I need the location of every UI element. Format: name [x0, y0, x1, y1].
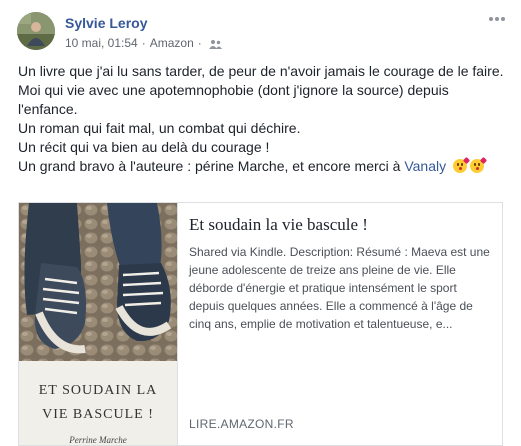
post-paragraph: Un livre que j'ai lu sans tarder, de peu… [18, 63, 504, 79]
cover-title: ET SOUDAIN LA VIE BASCULE ! [19, 379, 177, 427]
friends-icon[interactable] [208, 38, 222, 49]
author-name[interactable]: Sylvie Leroy [65, 15, 148, 31]
link-title[interactable]: Et soudain la vie bascule ! [189, 215, 495, 235]
link-preview-card[interactable]: ET SOUDAIN LA VIE BASCULE ! Perrine Marc… [18, 202, 503, 446]
link-details[interactable]: Et soudain la vie bascule ! Shared via K… [189, 203, 495, 445]
post-paragraph: Un récit qui va bien au delà du courage … [18, 139, 270, 155]
book-cover[interactable]: ET SOUDAIN LA VIE BASCULE ! Perrine Marc… [19, 203, 178, 445]
more-options-icon [489, 17, 505, 21]
link-domain: LIRE.AMAZON.FR [189, 417, 294, 431]
kissing-face-emoji-icon [453, 156, 471, 173]
avatar[interactable] [17, 12, 55, 50]
post-text: Un livre que j'ai lu sans tarder, de peu… [18, 62, 508, 176]
post-paragraph: Moi qui vie avec une apotemnophobie (don… [18, 82, 449, 117]
more-options-button[interactable] [485, 10, 509, 28]
post-paragraph-text: Un grand bravo à l'auteure : périne Marc… [18, 158, 405, 174]
post-source[interactable]: Amazon [150, 36, 194, 50]
cover-photo [19, 203, 177, 361]
post-paragraph: Un grand bravo à l'auteure : périne Marc… [18, 156, 508, 176]
facebook-post: Sylvie Leroy 10 mai, 01:54 · Amazon · Un… [0, 0, 521, 446]
mention-link[interactable]: Vanaly [404, 158, 446, 174]
post-date[interactable]: 10 mai, 01:54 [65, 36, 138, 50]
cover-author: Perrine Marche [69, 435, 127, 445]
cover-title-line: ET SOUDAIN LA [38, 383, 158, 398]
post-meta: 10 mai, 01:54 · Amazon · [65, 36, 222, 50]
avatar-photo [17, 12, 55, 50]
cover-title-line: VIE BASCULE ! [42, 407, 154, 422]
kissing-face-emoji-icon [470, 156, 488, 173]
link-description: Shared via Kindle. Description: Résumé :… [189, 245, 490, 331]
cover-title-area: ET SOUDAIN LA VIE BASCULE ! Perrine Marc… [19, 361, 177, 445]
post-paragraph: Un roman qui fait mal, un combat qui déc… [18, 120, 301, 136]
meta-separator: · [197, 36, 202, 50]
meta-separator: · [141, 36, 146, 50]
